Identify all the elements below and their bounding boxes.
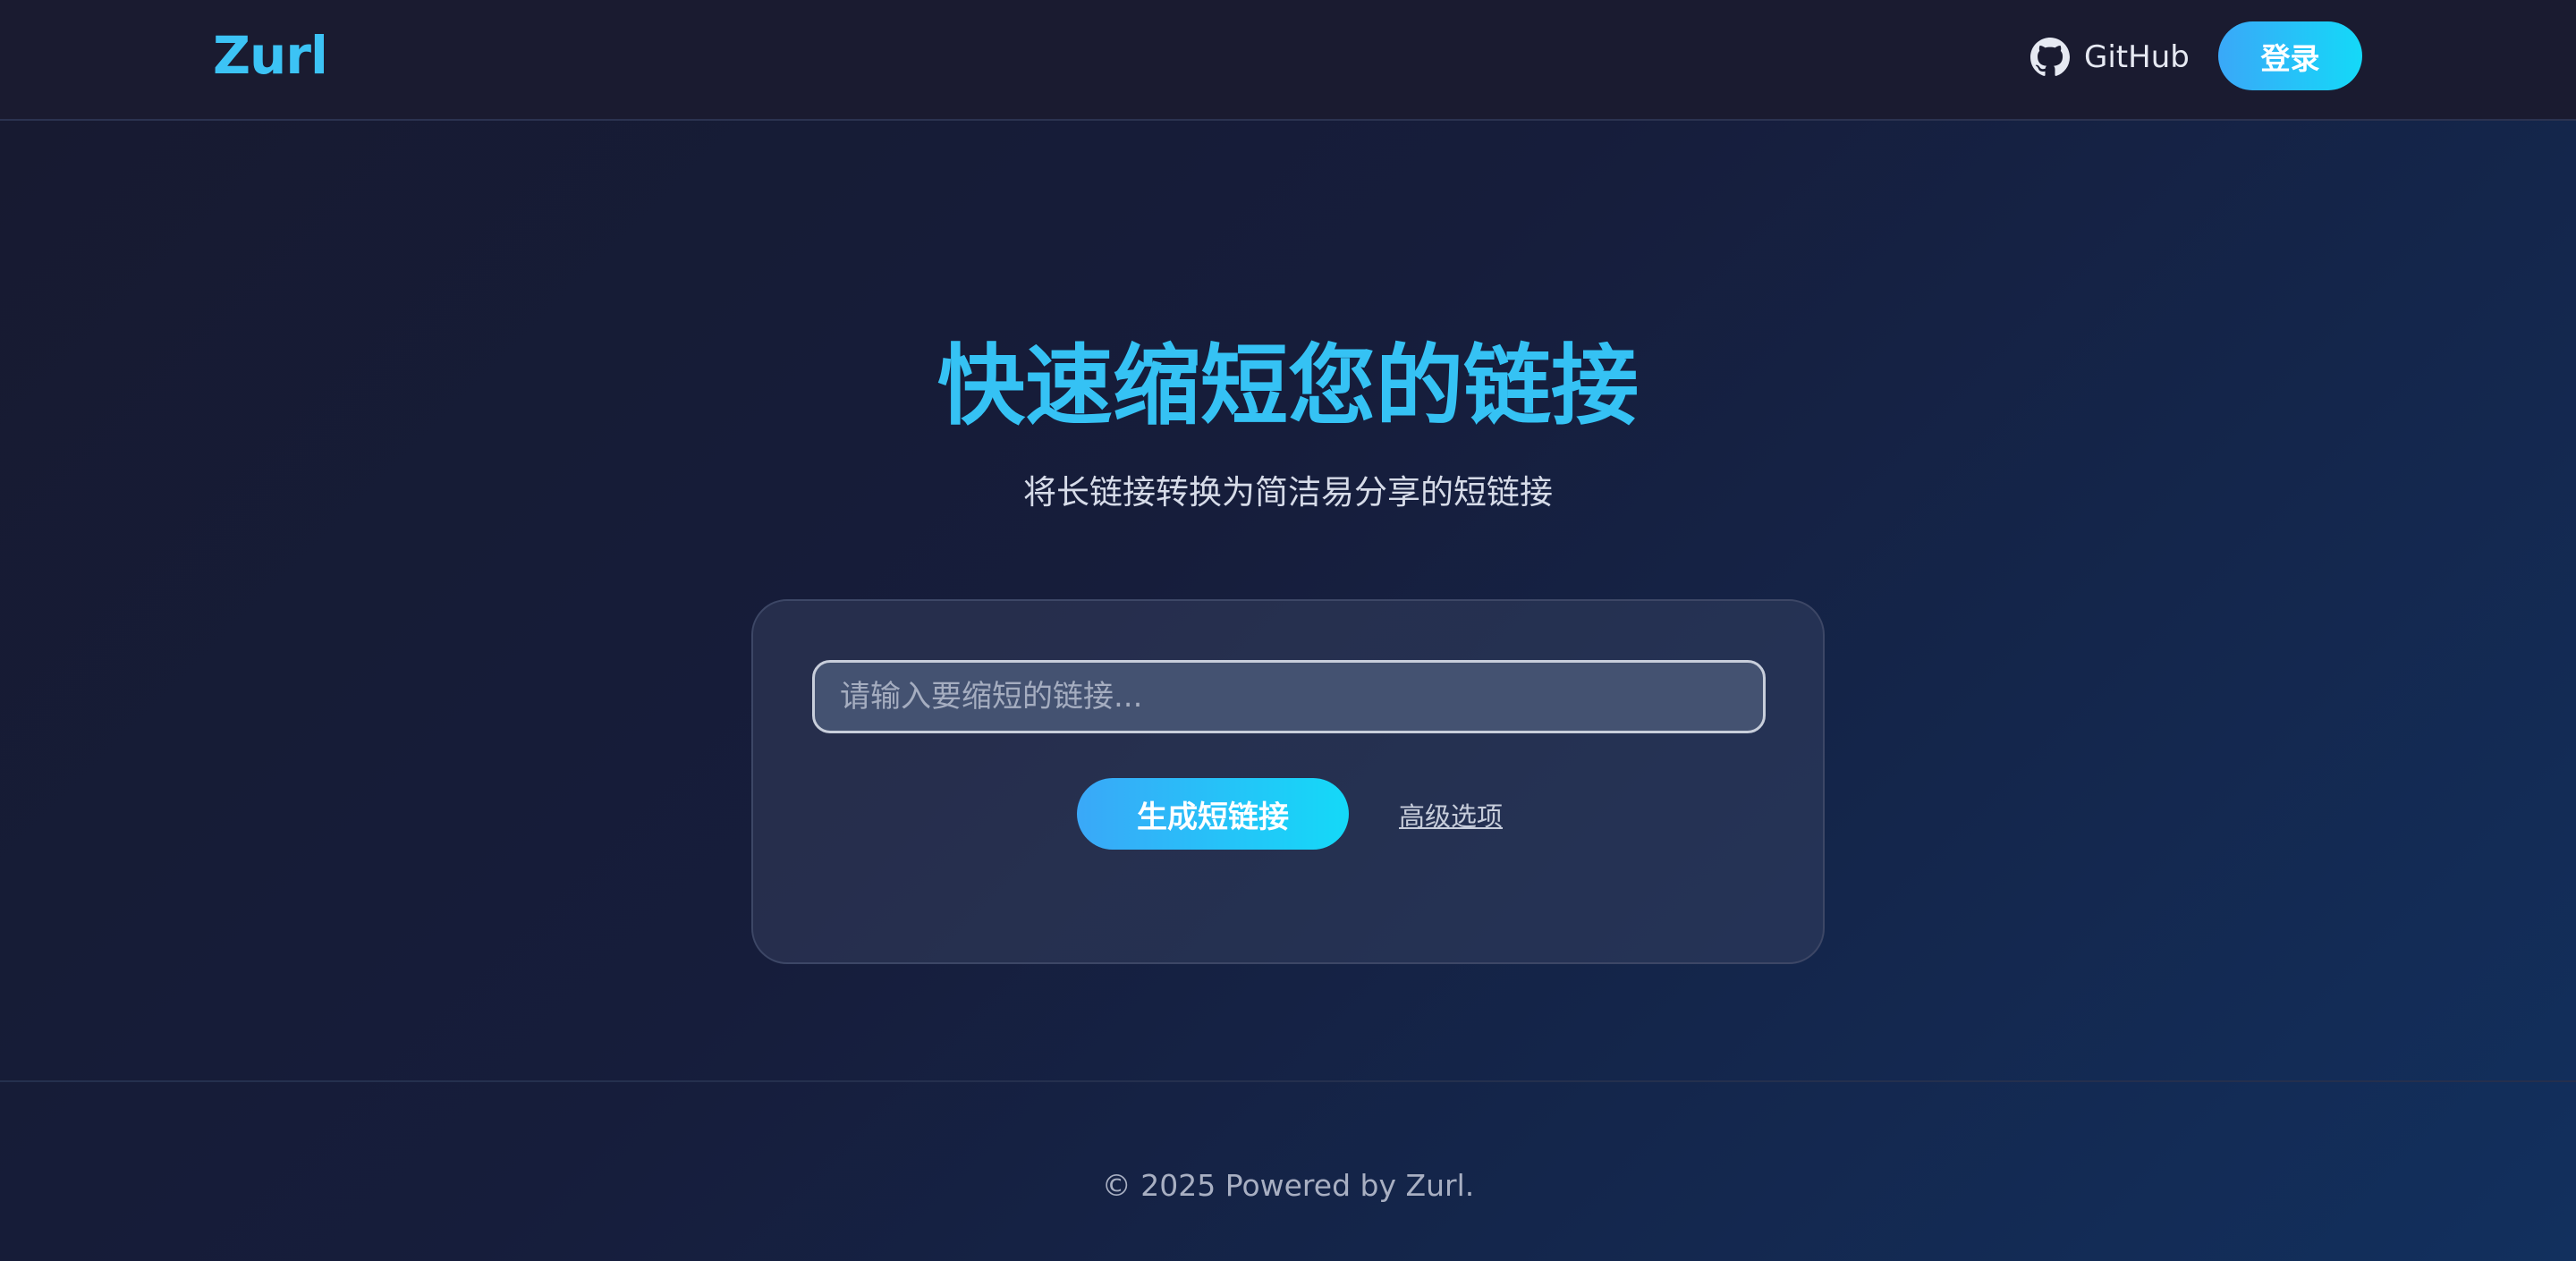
github-link[interactable]: GitHub [2030,34,2190,80]
shorten-card: 生成短链接 高级选项 [751,599,1825,964]
hero-title: 快速缩短您的链接 [936,335,1639,437]
url-input[interactable] [812,660,1766,733]
login-button[interactable]: 登录 [2218,21,2362,90]
github-icon [2030,38,2070,76]
footer-text: © 2025 Powered by Zurl. [1101,1168,1475,1203]
footer-divider [0,1080,2576,1082]
github-label: GitHub [2084,39,2190,75]
advanced-options-link[interactable]: 高级选项 [1399,796,1503,834]
top-navbar: Zurl GitHub 登录 [0,0,2576,121]
hero-subtitle: 将长链接转换为简洁易分享的短链接 [1023,473,1553,512]
generate-button[interactable]: 生成短链接 [1077,778,1349,850]
logo[interactable]: Zurl [213,25,328,86]
